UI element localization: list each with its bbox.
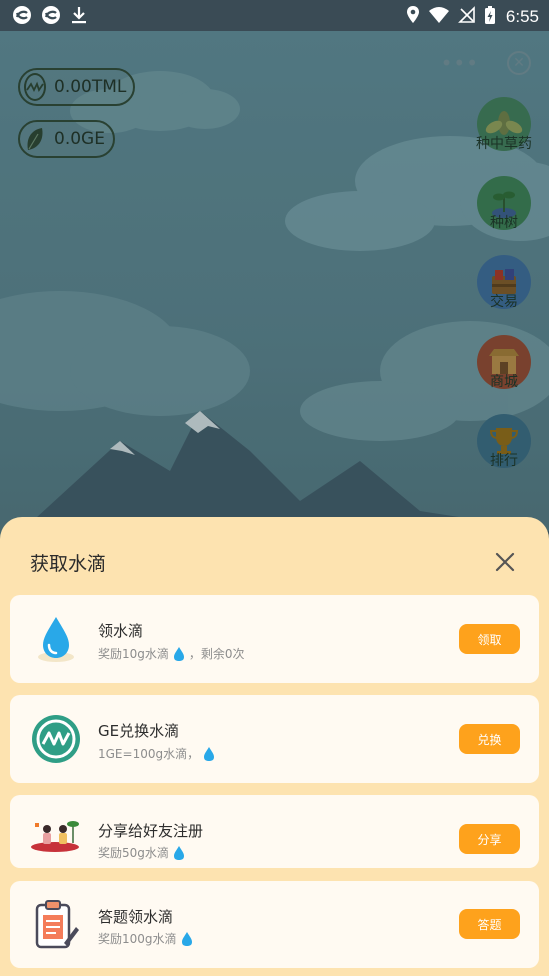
battery-charging-icon bbox=[484, 5, 496, 29]
task-card-quiz: 答题领水滴 奖励100g水滴 答题 bbox=[10, 881, 539, 968]
share-button[interactable]: 分享 bbox=[459, 824, 520, 854]
wifi-icon bbox=[428, 6, 450, 28]
sheet-title: 获取水滴 bbox=[30, 553, 107, 575]
water-drop-icon bbox=[28, 611, 84, 667]
task-subtitle: 奖励10g水滴 ，剩余0次 bbox=[98, 645, 245, 662]
claim-button[interactable]: 领取 bbox=[459, 624, 520, 654]
small-drop-icon bbox=[204, 746, 215, 761]
task-reward-text: 奖励10g水滴 bbox=[98, 647, 169, 661]
task-subtitle: 奖励100g水滴 bbox=[98, 930, 194, 947]
task-card-exchange-ge: GE兑换水滴 1GE=100g水滴， 兑换 bbox=[10, 695, 539, 783]
task-reward-text: 奖励50g水滴 bbox=[98, 846, 169, 860]
exchange-button[interactable]: 兑换 bbox=[459, 724, 520, 754]
task-remaining-text: ，剩余0次 bbox=[188, 647, 245, 661]
quiz-button[interactable]: 答题 bbox=[459, 909, 520, 939]
close-icon[interactable] bbox=[494, 551, 516, 573]
task-title: 答题领水滴 bbox=[98, 908, 174, 926]
task-subtitle: 1GE=100g水滴， bbox=[98, 745, 216, 762]
task-card-claim-water: 领水滴 奖励10g水滴 ，剩余0次 领取 bbox=[10, 595, 539, 683]
task-rate-text: 1GE=100g水滴， bbox=[98, 747, 200, 761]
get-water-sheet: 获取水滴 领水滴 奖励10g水滴 ，剩余0次 领取 GE兑换水滴 1GE=100… bbox=[0, 517, 549, 976]
app-notification-icon bbox=[41, 5, 61, 29]
quiz-clipboard-icon bbox=[28, 897, 84, 953]
task-title: GE兑换水滴 bbox=[98, 722, 180, 740]
ge-coin-icon bbox=[28, 711, 84, 767]
small-drop-icon bbox=[173, 845, 184, 860]
small-drop-icon bbox=[173, 646, 184, 661]
download-icon bbox=[70, 5, 88, 29]
task-title: 分享给好友注册 bbox=[98, 822, 204, 840]
task-card-share: 分享给好友注册 奖励50g水滴 分享 bbox=[10, 795, 539, 868]
no-signal-icon bbox=[457, 6, 476, 28]
app-notification-icon bbox=[12, 5, 32, 29]
clock: 6:55 bbox=[505, 7, 539, 26]
status-bar: 6:55 bbox=[0, 0, 549, 31]
location-icon bbox=[406, 5, 420, 29]
task-subtitle: 奖励50g水滴 bbox=[98, 844, 186, 861]
small-drop-icon bbox=[181, 931, 192, 946]
task-title: 领水滴 bbox=[98, 622, 144, 640]
friends-picnic-icon bbox=[28, 807, 84, 863]
task-reward-text: 奖励100g水滴 bbox=[98, 932, 177, 946]
